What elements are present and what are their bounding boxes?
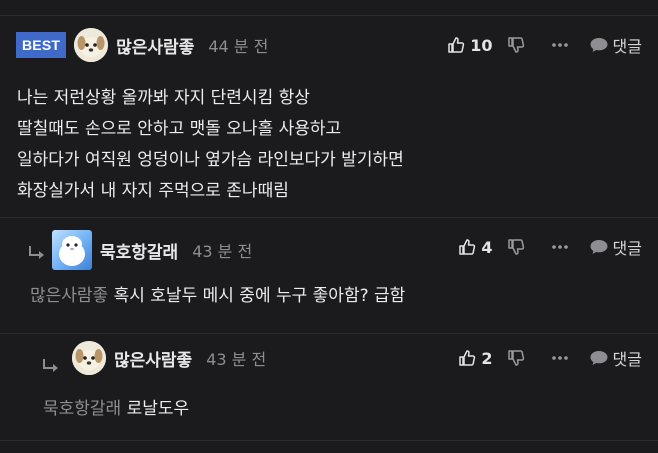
thumbs-down-icon [507, 37, 524, 53]
nickname[interactable]: 많은사람좋 [116, 33, 194, 58]
puppy-avatar-icon [72, 341, 106, 375]
more-button[interactable] [551, 355, 569, 361]
comment-reply: 많은사람좋 43 분 전 2 댓글 묵호항갈래 로날도우 [0, 334, 658, 441]
dislike-button[interactable] [507, 238, 525, 256]
nickname[interactable]: 많은사람좋 [114, 346, 192, 371]
like-button[interactable]: 4 [458, 237, 493, 257]
comment-line: 화장실가서 내 자지 주먹으로 존나때림 [17, 181, 289, 201]
reply-label: 댓글 [612, 37, 642, 56]
comment-header: 많은사람좋 43 분 전 [72, 341, 267, 375]
dislike-button[interactable] [507, 36, 525, 54]
thumbs-up-icon [459, 350, 476, 366]
like-button[interactable]: 2 [458, 348, 493, 368]
reply-button[interactable]: 댓글 [589, 346, 642, 370]
avatar[interactable] [74, 28, 109, 62]
reply-label: 댓글 [612, 350, 642, 369]
comment-header: BEST 많은사람좋 44 분 전 [16, 28, 269, 62]
comment-best: BEST 많은사람좋 44 분 전 10 댓글 나는 저런상황 올까봐 자지 단… [0, 16, 658, 218]
speech-bubble-icon [590, 351, 608, 365]
nickname[interactable]: 묵호항갈래 [100, 238, 178, 263]
timestamp: 43 분 전 [192, 242, 253, 261]
thumbs-down-icon [507, 350, 524, 366]
like-count: 4 [481, 237, 493, 257]
more-button[interactable] [551, 42, 569, 48]
more-dots-icon [551, 43, 568, 47]
comment-actions: 2 댓글 [458, 343, 642, 373]
mention[interactable]: 묵호항갈래 [43, 399, 121, 419]
like-count: 2 [481, 348, 493, 368]
comment-body: 나는 저런상황 올까봐 자지 단련시킴 항상딸칠때도 손으로 안하고 맷돌 오나… [17, 83, 404, 207]
comment-line: 나는 저런상황 올까봐 자지 단련시킴 항상 [17, 88, 310, 108]
comment-text: 로날도우 [126, 399, 190, 419]
comment-body: 묵호항갈래 로날도우 [43, 394, 189, 425]
avatar[interactable] [72, 341, 106, 375]
thumbs-up-icon [459, 239, 476, 255]
reply-button[interactable]: 댓글 [589, 235, 642, 259]
mention[interactable]: 많은사람좋 [30, 286, 108, 306]
like-count: 10 [470, 35, 493, 55]
comment-line: 딸칠때도 손으로 안하고 맷돌 오나홀 사용하고 [17, 119, 342, 139]
reply-label: 댓글 [612, 239, 642, 258]
comment-actions: 10 댓글 [447, 30, 642, 60]
speech-bubble-icon [590, 38, 608, 52]
comment-body: 많은사람좋 혹시 호날두 메시 중에 누구 좋아함? 급함 [30, 281, 405, 312]
snow-creature-avatar-icon [59, 236, 85, 266]
more-dots-icon [551, 356, 568, 360]
puppy-avatar-icon [74, 28, 109, 62]
thumbs-down-icon [507, 239, 524, 255]
speech-bubble-icon [590, 240, 608, 254]
best-badge: BEST [16, 32, 67, 58]
timestamp: 43 분 전 [206, 350, 267, 369]
more-button[interactable] [551, 244, 569, 250]
reply-arrow-icon [29, 246, 44, 259]
comment-actions: 4 댓글 [458, 232, 642, 262]
reply-button[interactable]: 댓글 [589, 33, 642, 57]
like-button[interactable]: 10 [447, 35, 493, 55]
comment-line: 일하다가 여직원 엉덩이나 옆가슴 라인보다가 발기하면 [17, 150, 404, 170]
thumbs-up-icon [448, 37, 465, 53]
timestamp: 44 분 전 [208, 37, 269, 56]
comment-reply: 묵호항갈래 43 분 전 4 댓글 많은사람좋 혹시 호날두 메시 중에 누구 … [0, 218, 658, 334]
comment-text: 혹시 호날두 메시 중에 누구 좋아함? 급함 [113, 286, 406, 306]
top-divider [0, 0, 658, 16]
avatar[interactable] [52, 230, 92, 270]
dislike-button[interactable] [507, 349, 525, 367]
reply-arrow-icon [43, 359, 58, 372]
comment-header: 묵호항갈래 43 분 전 [52, 230, 252, 270]
more-dots-icon [551, 245, 568, 249]
